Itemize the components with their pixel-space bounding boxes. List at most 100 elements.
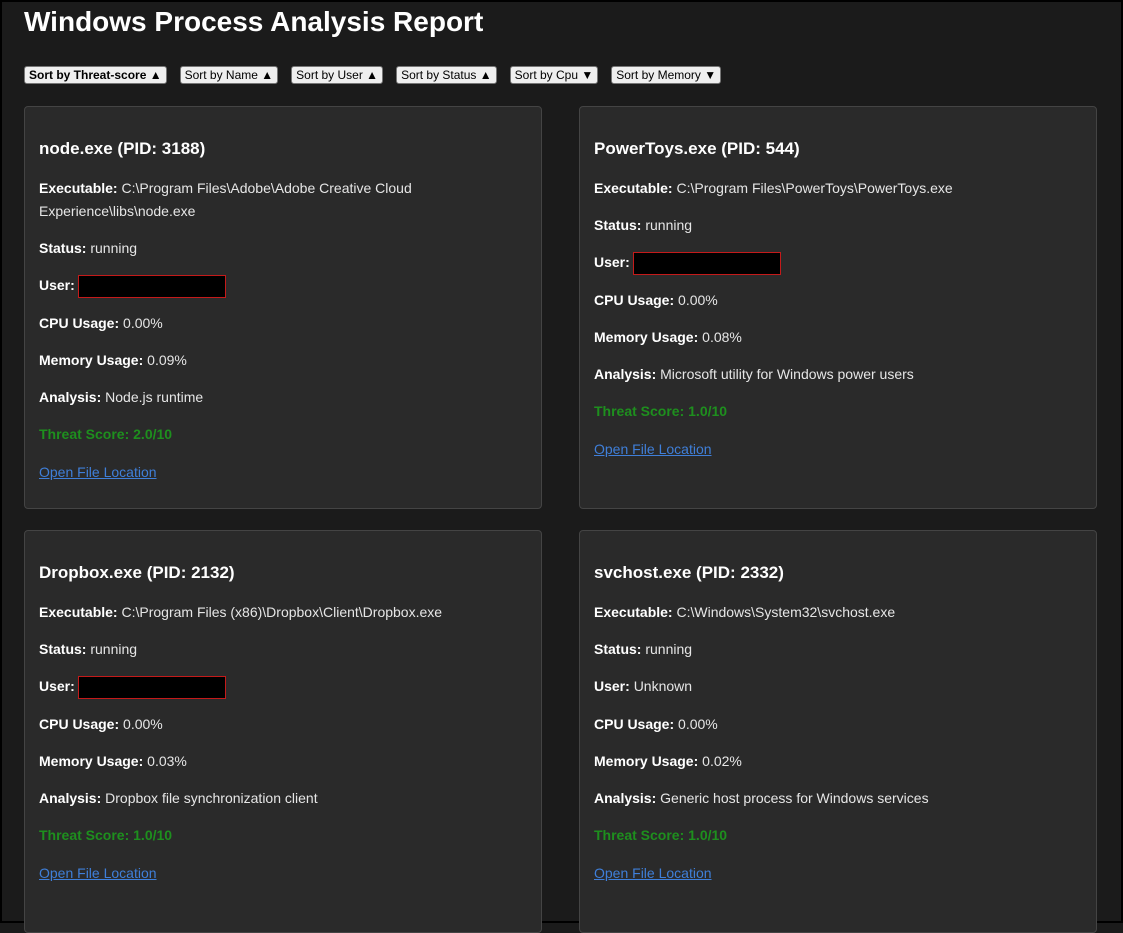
user-value: Unknown	[633, 678, 693, 694]
process-title: svchost.exe (PID: 2332)	[594, 563, 784, 582]
sort-name-button[interactable]: Sort by Name ▲	[179, 66, 279, 84]
threat-score-value: 2.0/10	[133, 426, 173, 442]
memory-value: 0.03%	[147, 753, 187, 769]
redacted-user-box	[77, 274, 226, 298]
open-file-location-link[interactable]: Open File Location	[594, 865, 712, 881]
status-label: Status:	[594, 217, 642, 233]
threat-score-row: Threat Score: 1.0/10	[594, 400, 1082, 423]
cpu-row: CPU Usage: 0.00%	[39, 713, 527, 736]
threat-score-value: 1.0/10	[688, 827, 728, 843]
executable-label: Executable:	[39, 180, 118, 196]
threat-score-row: Threat Score: 2.0/10	[39, 423, 527, 446]
threat-score-row: Threat Score: 1.0/10	[594, 824, 1082, 847]
cpu-row: CPU Usage: 0.00%	[594, 713, 1082, 736]
user-row: User:	[594, 251, 1082, 275]
status-value: running	[90, 240, 138, 256]
cpu-value: 0.00%	[678, 716, 718, 732]
threat-score-value: 1.0/10	[133, 827, 173, 843]
cpu-row: CPU Usage: 0.00%	[594, 289, 1082, 312]
status-label: Status:	[39, 240, 87, 256]
threat-score-label: Threat Score:	[39, 827, 134, 843]
analysis-label: Analysis:	[594, 790, 657, 806]
open-location-row: Open File Location	[594, 862, 1082, 885]
sort-threat-score-button[interactable]: Sort by Threat-score ▲	[24, 66, 167, 84]
memory-value: 0.09%	[147, 352, 187, 368]
status-row: Status: running	[39, 638, 527, 661]
executable-label: Executable:	[594, 604, 673, 620]
analysis-row: Analysis: Generic host process for Windo…	[594, 787, 1082, 810]
cpu-value: 0.00%	[123, 315, 163, 331]
status-label: Status:	[39, 641, 87, 657]
open-location-row: Open File Location	[39, 862, 527, 885]
open-file-location-link[interactable]: Open File Location	[39, 464, 157, 480]
memory-label: Memory Usage:	[594, 753, 699, 769]
user-row: User: Unknown	[594, 675, 1082, 698]
memory-label: Memory Usage:	[39, 753, 144, 769]
sort-status-button[interactable]: Sort by Status ▲	[396, 66, 497, 84]
cpu-label: CPU Usage:	[594, 292, 675, 308]
executable-label: Executable:	[39, 604, 118, 620]
open-location-row: Open File Location	[39, 461, 527, 484]
user-label: User:	[594, 254, 630, 270]
analysis-row: Analysis: Microsoft utility for Windows …	[594, 363, 1082, 386]
cpu-row: CPU Usage: 0.00%	[39, 312, 527, 335]
process-card: svchost.exe (PID: 2332) Executable: C:\Wi…	[579, 530, 1097, 933]
executable-label: Executable:	[594, 180, 673, 196]
open-file-location-link[interactable]: Open File Location	[39, 865, 157, 881]
status-value: running	[645, 641, 693, 657]
executable-value: C:\Windows\System32\svchost.exe	[676, 604, 896, 620]
sort-user-button[interactable]: Sort by User ▲	[291, 66, 384, 84]
analysis-label: Analysis:	[594, 366, 657, 382]
memory-value: 0.08%	[702, 329, 742, 345]
process-title: PowerToys.exe (PID: 544)	[594, 139, 800, 158]
threat-score-label: Threat Score:	[39, 426, 134, 442]
threat-score-label: Threat Score:	[594, 403, 689, 419]
analysis-value: Microsoft utility for Windows power user…	[660, 366, 914, 382]
user-label: User:	[594, 678, 630, 694]
sort-toolbar: Sort by Threat-score ▲ Sort by Name ▲ So…	[24, 66, 722, 84]
memory-row: Memory Usage: 0.02%	[594, 750, 1082, 773]
process-title: Dropbox.exe (PID: 2132)	[39, 563, 235, 582]
analysis-value: Generic host process for Windows service…	[660, 790, 929, 806]
user-row: User:	[39, 675, 527, 699]
open-location-row: Open File Location	[594, 438, 1082, 461]
status-row: Status: running	[39, 237, 527, 260]
user-label: User:	[39, 678, 75, 694]
memory-value: 0.02%	[702, 753, 742, 769]
executable-value: C:\Program Files\PowerToys\PowerToys.exe	[676, 180, 953, 196]
user-label: User:	[39, 277, 75, 293]
executable-row: Executable: C:\Program Files\Adobe\Adobe…	[39, 177, 527, 223]
sort-cpu-button[interactable]: Sort by Cpu ▼	[509, 66, 599, 84]
status-value: running	[90, 641, 138, 657]
analysis-value: Dropbox file synchronization client	[105, 790, 318, 806]
analysis-row: Analysis: Dropbox file synchronization c…	[39, 787, 527, 810]
threat-score-row: Threat Score: 1.0/10	[39, 824, 527, 847]
executable-value: C:\Program Files (x86)\Dropbox\Client\Dr…	[121, 604, 443, 620]
cpu-label: CPU Usage:	[594, 716, 675, 732]
redacted-user-box	[77, 675, 226, 699]
page-title: Windows Process Analysis Report	[24, 6, 484, 37]
status-label: Status:	[594, 641, 642, 657]
open-file-location-link[interactable]: Open File Location	[594, 441, 712, 457]
process-title: node.exe (PID: 3188)	[39, 139, 206, 158]
status-value: running	[645, 217, 693, 233]
executable-row: Executable: C:\Program Files\PowerToys\P…	[594, 177, 1082, 200]
process-card: Dropbox.exe (PID: 2132) Executable: C:\Pr…	[24, 530, 542, 933]
process-card: PowerToys.exe (PID: 544) Executable: C:\P…	[579, 106, 1097, 509]
memory-label: Memory Usage:	[39, 352, 144, 368]
analysis-value: Node.js runtime	[105, 389, 204, 405]
cpu-label: CPU Usage:	[39, 716, 120, 732]
cpu-label: CPU Usage:	[39, 315, 120, 331]
analysis-row: Analysis: Node.js runtime	[39, 386, 527, 409]
threat-score-label: Threat Score:	[594, 827, 689, 843]
process-card: node.exe (PID: 3188) Executable: C:\Progr…	[24, 106, 542, 509]
sort-memory-button[interactable]: Sort by Memory ▼	[611, 66, 722, 84]
cpu-value: 0.00%	[123, 716, 163, 732]
memory-label: Memory Usage:	[594, 329, 699, 345]
executable-row: Executable: C:\Windows\System32\svchost.…	[594, 601, 1082, 624]
redacted-user-box	[632, 251, 781, 275]
status-row: Status: running	[594, 214, 1082, 237]
executable-row: Executable: C:\Program Files (x86)\Dropb…	[39, 601, 527, 624]
memory-row: Memory Usage: 0.08%	[594, 326, 1082, 349]
memory-row: Memory Usage: 0.03%	[39, 750, 527, 773]
